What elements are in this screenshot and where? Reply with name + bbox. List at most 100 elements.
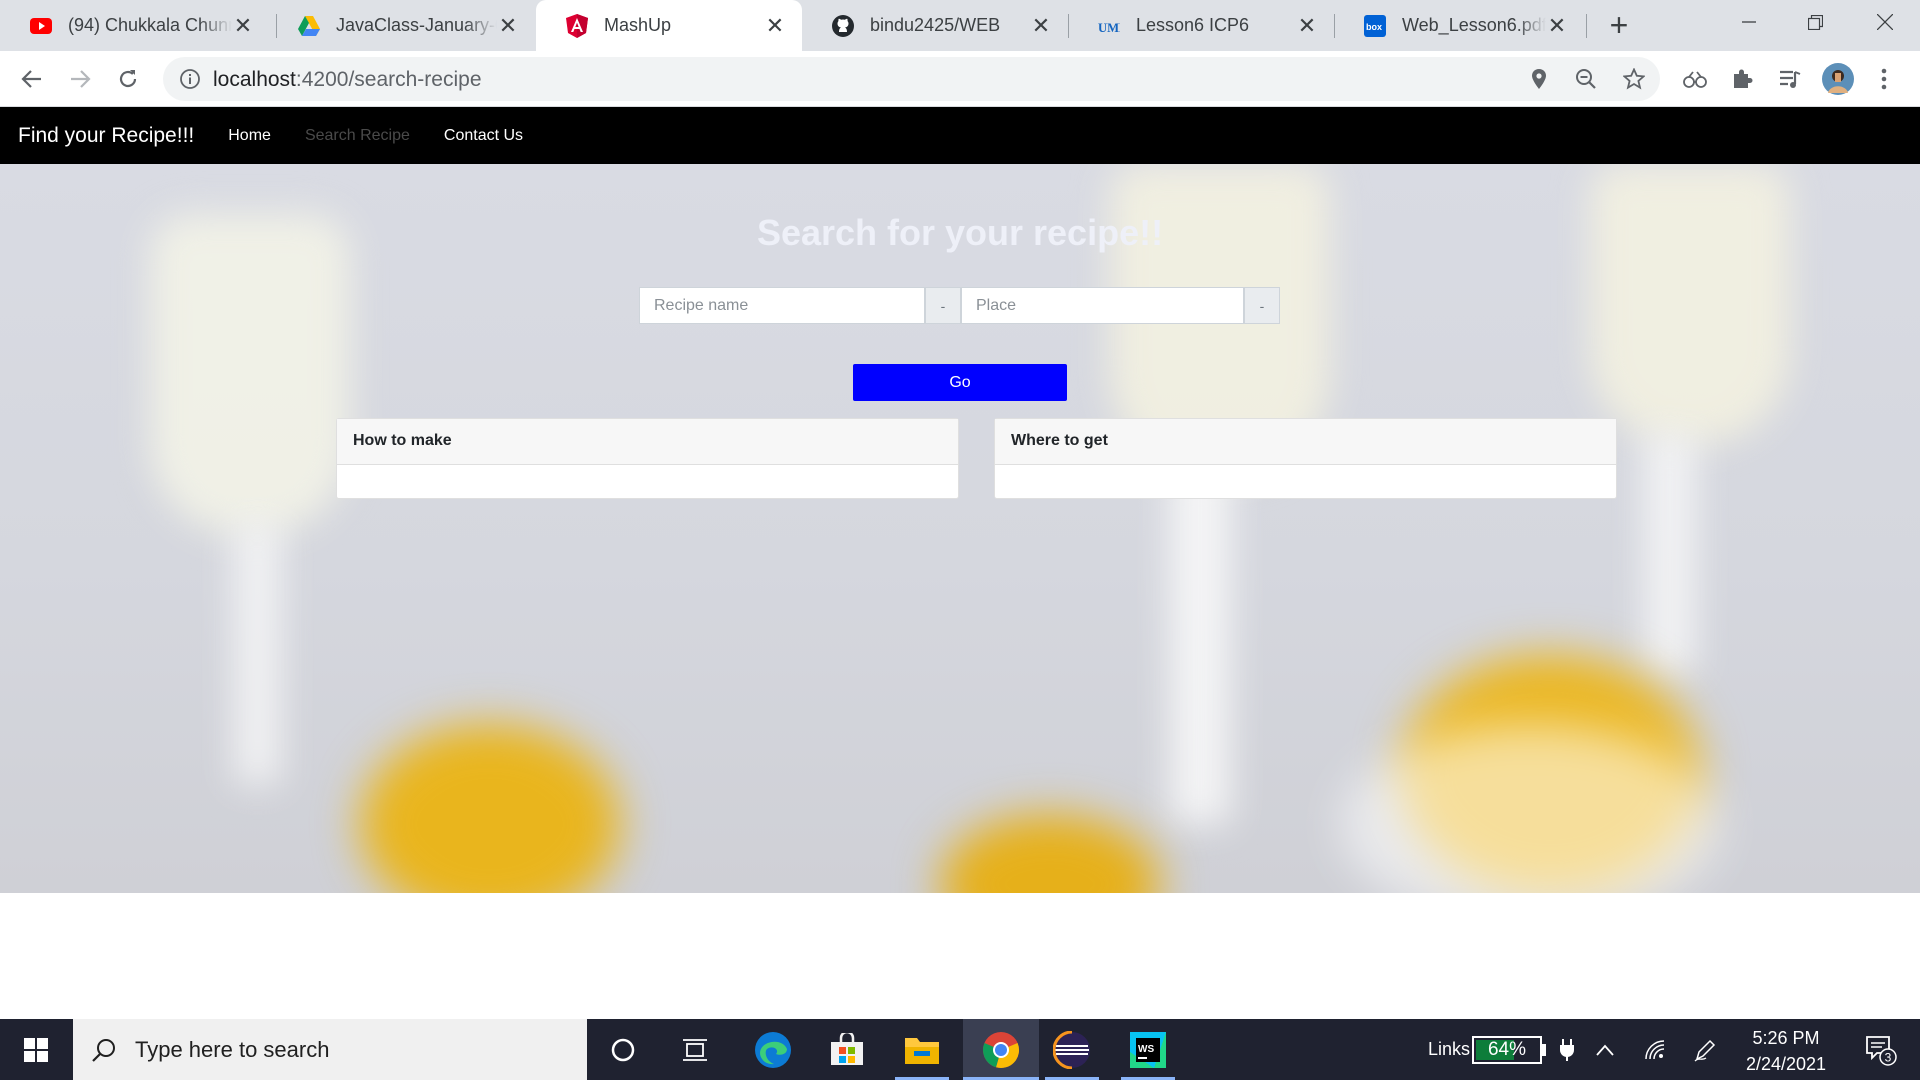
svg-text:WS: WS	[1138, 1044, 1154, 1055]
url-path: :4200/search-recipe	[295, 68, 482, 91]
close-icon	[1877, 14, 1893, 30]
recipe-name-input[interactable]	[639, 287, 925, 324]
tab-umkc[interactable]: UMKC Lesson6 ICP6 ✕	[1068, 0, 1334, 51]
pen-icon	[1694, 1039, 1716, 1061]
address-bar[interactable]: localhost:4200/search-recipe	[163, 57, 1660, 101]
chrome-taskbar-button[interactable]	[963, 1019, 1039, 1080]
battery-indicator[interactable]: 64%	[1472, 1036, 1542, 1064]
angular-icon	[566, 13, 588, 38]
google-drive-icon	[298, 15, 320, 37]
extension-button[interactable]	[1677, 61, 1713, 97]
action-center-button[interactable]: 3	[1856, 1019, 1906, 1080]
go-button[interactable]: Go	[853, 364, 1067, 401]
place-append: -	[1244, 287, 1280, 324]
back-arrow-icon	[21, 70, 41, 88]
extensions-button[interactable]	[1724, 61, 1760, 97]
close-window-button[interactable]	[1852, 0, 1918, 44]
edge-taskbar-button[interactable]	[742, 1019, 804, 1080]
chrome-icon	[982, 1031, 1020, 1068]
pen-workspace-button[interactable]	[1690, 1019, 1720, 1080]
tab-github[interactable]: bindu2425/WEB ✕	[802, 0, 1068, 51]
tab-youtube[interactable]: (94) Chukkala Chunni ✕	[0, 0, 270, 51]
network-button[interactable]	[1640, 1019, 1670, 1080]
tab-title: MashUp	[604, 15, 672, 35]
folder-icon	[905, 1037, 939, 1064]
power-plug-icon[interactable]	[1552, 1019, 1582, 1080]
lemon-decoration	[940, 814, 1160, 893]
close-tab-icon[interactable]: ✕	[1030, 13, 1052, 38]
reload-button[interactable]	[110, 61, 146, 97]
svg-text:box: box	[1366, 22, 1382, 32]
background-glass-decoration	[1590, 164, 1790, 444]
windows-logo-icon	[24, 1037, 48, 1062]
browser-tab-strip: (94) Chukkala Chunni ✕ JavaClass-January…	[0, 0, 1920, 51]
close-tab-icon[interactable]: ✕	[497, 13, 519, 38]
task-view-button[interactable]	[664, 1019, 726, 1080]
place-input[interactable]	[961, 287, 1244, 324]
chevron-up-icon	[1596, 1044, 1614, 1056]
search-form: - -	[639, 287, 1280, 324]
clock-time: 5:26 PM	[1752, 1028, 1820, 1048]
site-brand[interactable]: Find your Recipe!!!	[18, 124, 194, 148]
reload-icon	[119, 70, 137, 88]
zoom-out-icon	[1576, 69, 1596, 89]
tab-google-drive[interactable]: JavaClass-January-05 ✕	[268, 0, 535, 51]
star-icon	[1623, 68, 1645, 90]
eclipse-icon	[1053, 1030, 1090, 1069]
tab-box[interactable]: box Web_Lesson6.pdf | Powered by Box ✕	[1334, 0, 1584, 51]
web-page: Find your Recipe!!! Home Search Recipe C…	[0, 107, 1920, 1019]
webstorm-taskbar-button[interactable]: WS	[1117, 1019, 1179, 1080]
url-text: localhost:4200/search-recipe	[213, 68, 482, 92]
close-tab-icon[interactable]: ✕	[1296, 13, 1318, 38]
glasses-extension-icon	[1683, 71, 1707, 88]
media-button[interactable]	[1772, 61, 1808, 97]
links-toolbar-label[interactable]: Links	[1428, 1039, 1470, 1060]
box-icon: box	[1364, 14, 1386, 37]
tab-separator	[1586, 14, 1587, 38]
nav-link-search-recipe[interactable]: Search Recipe	[305, 127, 410, 145]
page-title: Search for your recipe!!	[756, 212, 1164, 253]
site-info-icon[interactable]	[179, 68, 201, 95]
tab-title: Lesson6 ICP6	[1136, 15, 1250, 35]
background-glass-decoration	[235, 524, 280, 784]
file-explorer-taskbar-button[interactable]	[891, 1019, 953, 1080]
chrome-menu-button[interactable]	[1866, 61, 1902, 97]
bookmark-button[interactable]	[1616, 61, 1652, 97]
minimize-button[interactable]	[1716, 0, 1782, 44]
battery-tip	[1542, 1044, 1546, 1056]
cortana-icon	[611, 1038, 635, 1061]
nav-link-contact-us[interactable]: Contact Us	[444, 127, 523, 145]
how-to-make-card: How to make	[336, 418, 959, 499]
card-header: Where to get	[995, 419, 1616, 465]
restore-button[interactable]	[1782, 0, 1848, 44]
forward-arrow-icon	[71, 70, 91, 88]
nav-link-home[interactable]: Home	[228, 127, 271, 145]
system-clock[interactable]: 5:26 PM 2/24/2021	[1736, 1025, 1836, 1077]
start-button[interactable]	[0, 1019, 72, 1080]
recipe-name-append: -	[925, 287, 961, 324]
tab-title: Web_Lesson6.pdf | Powered by Box	[1402, 15, 1546, 35]
eclipse-taskbar-button[interactable]	[1041, 1019, 1103, 1080]
location-pin-icon	[1532, 69, 1546, 89]
cortana-button[interactable]	[592, 1019, 654, 1080]
zoom-button[interactable]	[1568, 61, 1604, 97]
clock-date: 2/24/2021	[1745, 1054, 1827, 1074]
github-icon	[832, 14, 854, 37]
avatar	[1822, 63, 1854, 95]
new-tab-button[interactable]: +	[1604, 9, 1634, 41]
where-to-get-card: Where to get	[994, 418, 1617, 499]
minimize-icon	[1742, 21, 1756, 23]
tab-title: JavaClass-January-05	[336, 15, 497, 35]
background-glass-decoration	[1170, 464, 1230, 824]
profile-button[interactable]	[1820, 61, 1856, 97]
show-hidden-icons-button[interactable]	[1590, 1019, 1620, 1080]
tab-mashup[interactable]: MashUp ✕	[536, 0, 802, 51]
forward-button[interactable]	[62, 61, 98, 97]
back-button[interactable]	[14, 61, 50, 97]
taskbar-search-box[interactable]: Type here to search	[73, 1019, 587, 1080]
close-tab-icon[interactable]: ✕	[232, 13, 254, 38]
close-tab-icon[interactable]: ✕	[764, 13, 786, 38]
close-tab-icon[interactable]: ✕	[1546, 13, 1568, 38]
location-button[interactable]	[1521, 61, 1557, 97]
store-taskbar-button[interactable]	[816, 1019, 878, 1080]
